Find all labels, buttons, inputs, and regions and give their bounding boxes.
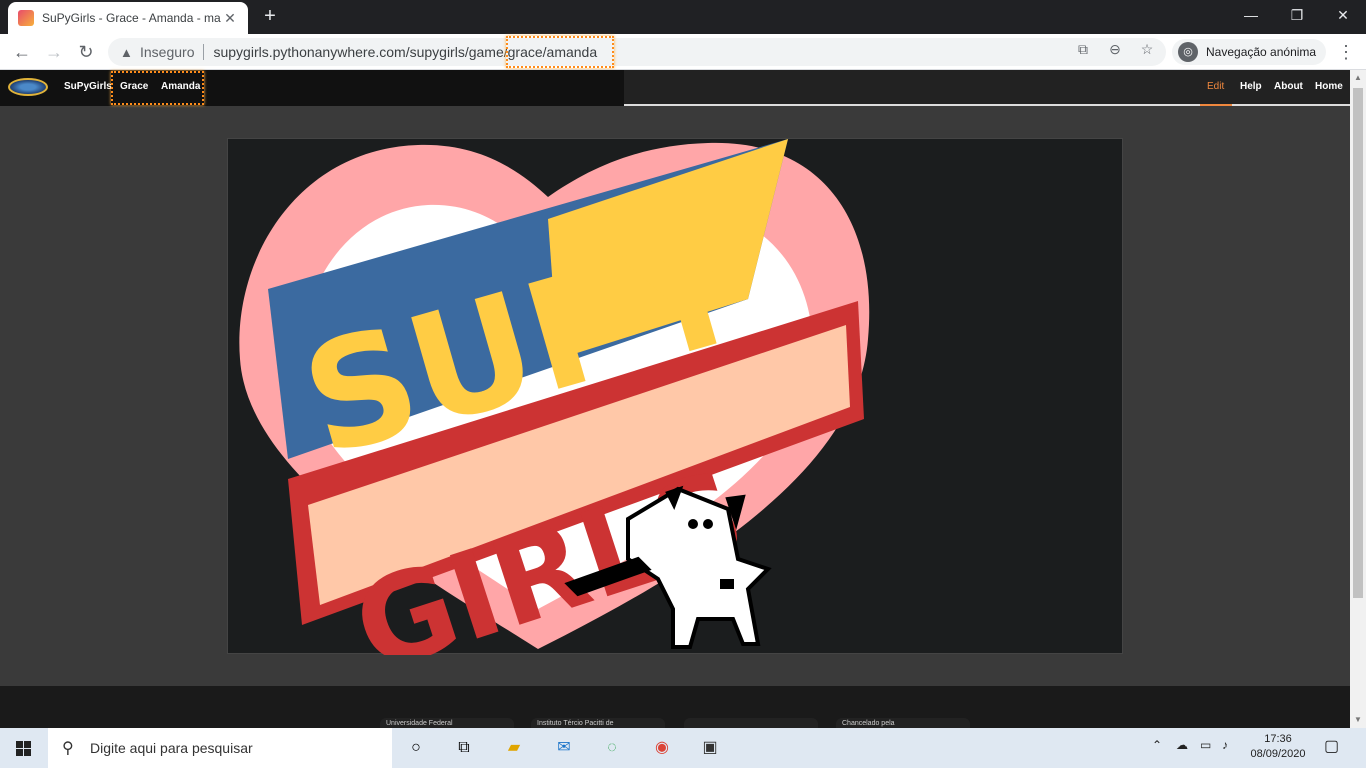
- window-minimize-button[interactable]: —: [1228, 0, 1274, 34]
- forward-arrow-icon[interactable]: →: [42, 40, 66, 64]
- browser-tab-active[interactable]: SuPyGirls - Grace - Amanda - ma ✕: [8, 2, 248, 34]
- window-restore-button[interactable]: ❐: [1274, 0, 1320, 34]
- page-viewport: SuPyGirls Grace Amanda Edit Help About H…: [0, 70, 1350, 732]
- mail-icon[interactable]: ✉: [552, 736, 576, 760]
- game-canvas[interactable]: SUPY GIRLS: [227, 138, 1123, 700]
- taskbar-clock[interactable]: 17:36 08/09/2020: [1238, 732, 1318, 762]
- warning-icon[interactable]: ▲: [120, 45, 136, 60]
- browser-titlebar: SuPyGirls - Grace - Amanda - ma ✕ + — ❐ …: [0, 0, 1366, 34]
- nav-brand-link[interactable]: SuPyGirls: [64, 81, 112, 92]
- back-arrow-icon[interactable]: ←: [10, 40, 34, 64]
- site-navbar: SuPyGirls Grace Amanda Edit Help About H…: [0, 70, 1350, 106]
- clock-time: 17:36: [1264, 733, 1292, 745]
- url-host: supygirls.pythonanywhere.com/supygirls/g…: [213, 44, 504, 60]
- incognito-icon: ◎: [1178, 42, 1198, 62]
- search-icon: ⚲: [62, 740, 74, 757]
- nav-edit-link[interactable]: Edit: [1207, 81, 1224, 92]
- address-bar[interactable]: ▲ Inseguro supygirls.pythonanywhere.com/…: [108, 38, 1166, 66]
- translate-icon[interactable]: ⧉: [1074, 40, 1092, 58]
- windows-logo-icon: [16, 741, 31, 756]
- network-icon[interactable]: ▭: [1200, 738, 1211, 752]
- security-label[interactable]: Inseguro: [140, 44, 194, 60]
- app-ring-icon[interactable]: ◌: [600, 736, 624, 760]
- notifications-icon[interactable]: ▢: [1324, 736, 1339, 756]
- browser-menu-icon[interactable]: ⋮: [1336, 40, 1356, 64]
- nav-edit-active-underline: [1200, 104, 1232, 106]
- url-path-highlight: [506, 36, 614, 68]
- supygirls-logo-graphic: SUPY GIRLS: [239, 139, 870, 700]
- task-view-icon[interactable]: ⧉: [452, 736, 476, 760]
- tab-close-icon[interactable]: ✕: [222, 10, 238, 27]
- incognito-indicator[interactable]: ◎ Navegação anónima: [1172, 39, 1327, 65]
- nav-help-link[interactable]: Help: [1240, 81, 1262, 92]
- site-favicon-icon: [18, 10, 34, 26]
- tray-chevron-icon[interactable]: ⌃: [1152, 738, 1162, 752]
- page-scrollbar[interactable]: ▲ ▼: [1350, 70, 1366, 728]
- nav-home-link[interactable]: Home: [1315, 81, 1343, 92]
- scrollbar-thumb[interactable]: [1353, 88, 1363, 598]
- crumb-highlight: [111, 71, 204, 105]
- site-logo-icon[interactable]: [8, 78, 48, 96]
- zoom-icon[interactable]: ⊖: [1106, 40, 1124, 58]
- address-separator: [203, 44, 205, 60]
- onedrive-icon[interactable]: ☁: [1176, 738, 1188, 752]
- new-tab-button[interactable]: +: [258, 4, 282, 28]
- volume-icon[interactable]: ♪: [1222, 738, 1228, 752]
- window-close-button[interactable]: ✕: [1320, 0, 1366, 34]
- reload-icon[interactable]: ↻: [74, 40, 98, 64]
- search-placeholder: Digite aqui para pesquisar: [90, 740, 253, 756]
- app-window-icon[interactable]: ▣: [698, 736, 722, 760]
- file-explorer-icon[interactable]: ▰: [502, 736, 526, 760]
- taskbar-search-box[interactable]: ⚲ Digite aqui para pesquisar: [48, 728, 392, 768]
- chrome-icon[interactable]: ◉: [650, 736, 674, 760]
- windows-taskbar: ⚲ Digite aqui para pesquisar ○ ⧉ ▰ ✉ ◌ ◉…: [0, 728, 1366, 768]
- start-button[interactable]: [0, 728, 48, 768]
- bookmark-star-icon[interactable]: ☆: [1138, 40, 1156, 58]
- nav-about-link[interactable]: About: [1274, 81, 1303, 92]
- site-footer: Universidade Federal Instituto Tércio Pa…: [0, 686, 1350, 732]
- scroll-up-icon[interactable]: ▲: [1350, 70, 1366, 86]
- tab-title: SuPyGirls - Grace - Amanda - ma: [42, 11, 221, 25]
- incognito-label: Navegação anónima: [1206, 45, 1317, 59]
- scroll-down-icon[interactable]: ▼: [1350, 712, 1366, 728]
- cortana-icon[interactable]: ○: [404, 736, 428, 760]
- clock-date: 08/09/2020: [1250, 748, 1306, 760]
- browser-toolbar: ← → ↻ ▲ Inseguro supygirls.pythonanywher…: [0, 34, 1366, 70]
